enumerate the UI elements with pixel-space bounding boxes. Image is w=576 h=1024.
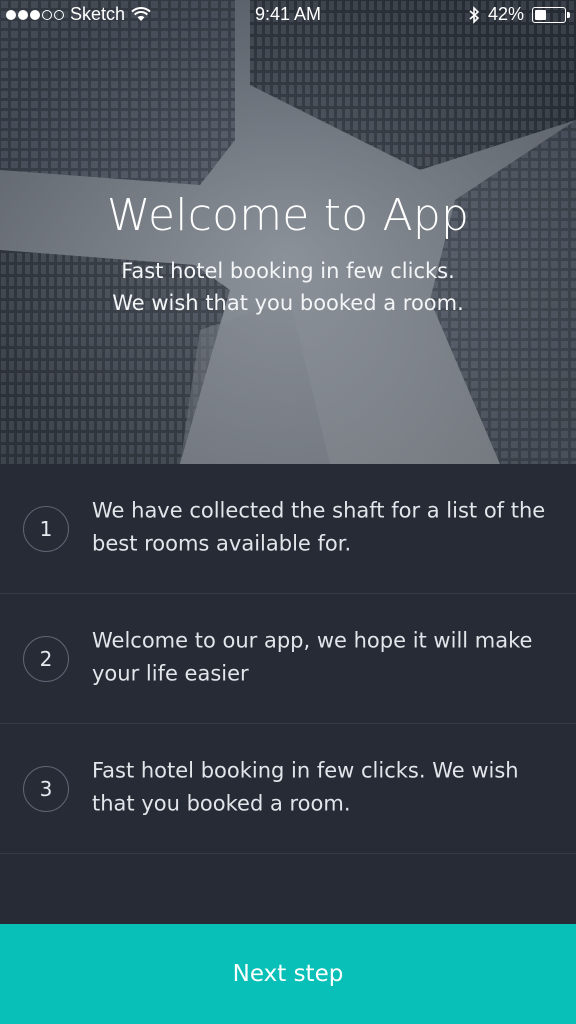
list-item: 2 Welcome to our app, we hope it will ma…	[0, 594, 576, 724]
welcome-title: Welcome to App	[106, 190, 470, 241]
battery-icon	[532, 6, 570, 23]
step-text: Welcome to our app, we hope it will make…	[92, 628, 533, 686]
next-step-button[interactable]: Next step	[0, 924, 576, 1024]
battery-percent: 42%	[487, 4, 524, 24]
step-number-badge: 2	[23, 635, 69, 682]
bluetooth-icon	[469, 5, 480, 24]
list-item: 3 Fast hotel booking in few clicks. We w…	[0, 724, 576, 854]
step-text: We have collected the shaft for a list o…	[92, 498, 546, 556]
steps-list: 1 We have collected the shaft for a list…	[0, 464, 576, 854]
hero-banner: Welcome to App Fast hotel booking in few…	[0, 0, 576, 464]
list-item: 1 We have collected the shaft for a list…	[0, 464, 576, 594]
step-number-badge: 3	[23, 765, 69, 812]
step-text: Fast hotel booking in few clicks. We wis…	[92, 758, 519, 816]
welcome-subtitle: Fast hotel booking in few clicks. We wis…	[0, 255, 576, 319]
subtitle-line-2: We wish that you booked a room.	[112, 291, 464, 315]
status-bar: Sketch 9:41 AM 42%	[0, 0, 576, 30]
step-number-badge: 1	[23, 505, 69, 552]
subtitle-line-1: Fast hotel booking in few clicks.	[121, 259, 455, 283]
